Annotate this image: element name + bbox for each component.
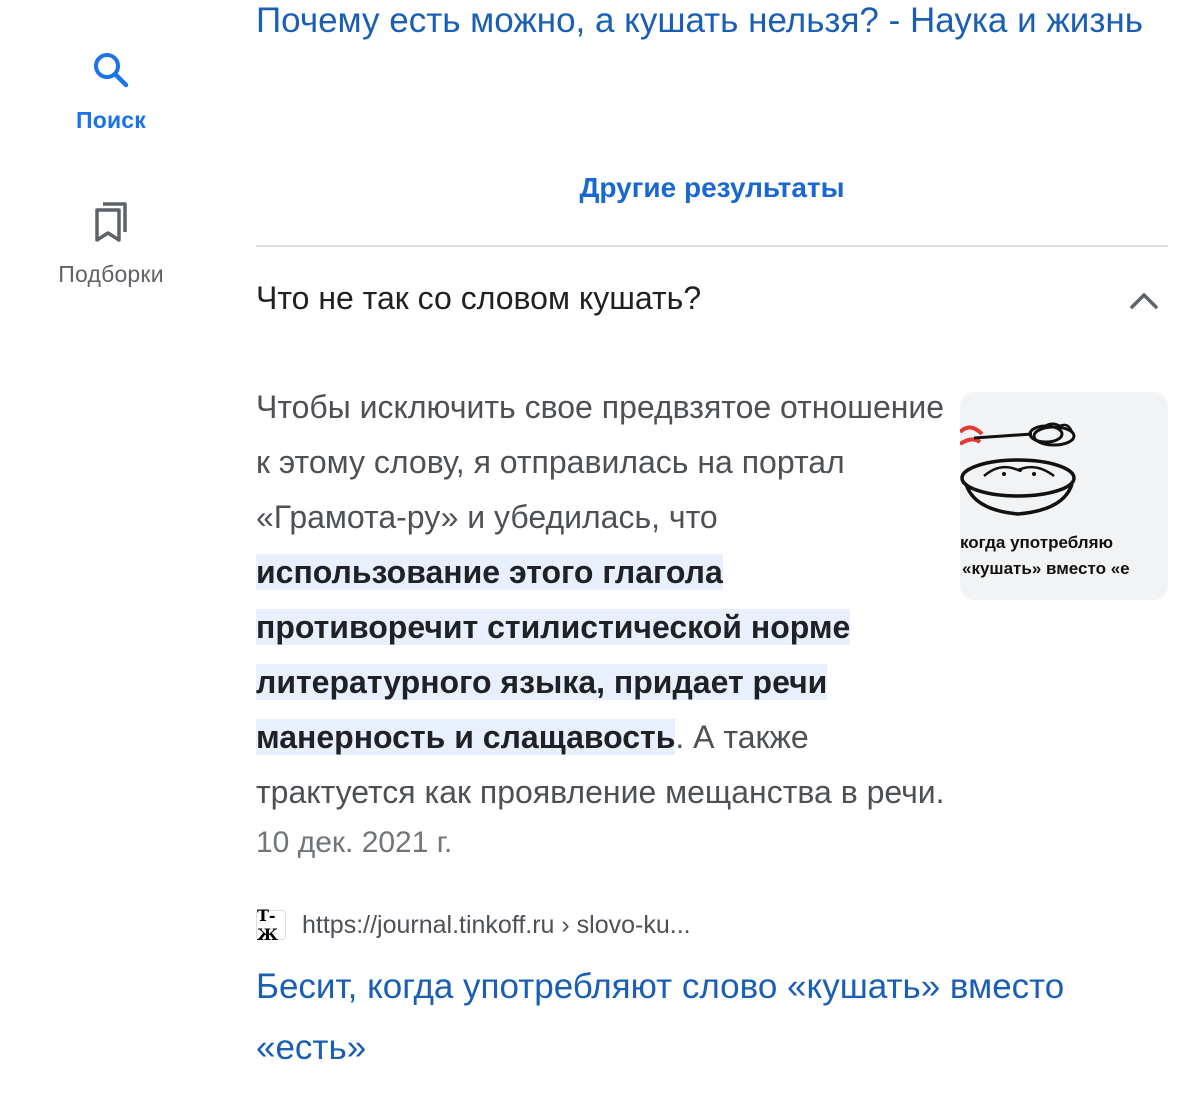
faq-question[interactable]: Что не так со словом кушать? xyxy=(256,280,1096,317)
answer-text-before: Чтобы исключить свое предвзятое отношени… xyxy=(256,389,945,535)
thumbnail-caption-line2: «кушать» вместо «е xyxy=(962,559,1130,578)
rail-collections[interactable]: Подборки xyxy=(40,200,182,288)
source-row[interactable]: Т-Ж https://journal.tinkoff.ru › slovo-k… xyxy=(256,906,691,944)
divider xyxy=(256,245,1168,247)
rail-collections-label: Подборки xyxy=(58,261,164,287)
thumbnail-caption: когда употребляю «кушать» вместо «е xyxy=(960,530,1168,582)
collections-icon xyxy=(91,200,131,249)
bowl-spoon-illustration xyxy=(960,422,1076,516)
search-results-page: Поиск Подборки Почему есть можно, а куша… xyxy=(0,0,1200,1110)
rail-search-label: Поиск xyxy=(75,107,147,133)
answer-date: 10 дек. 2021 г. xyxy=(256,826,453,859)
answer-thumbnail[interactable]: когда употребляю «кушать» вместо «е xyxy=(960,392,1168,600)
search-icon xyxy=(91,50,131,95)
source-url[interactable]: https://journal.tinkoff.ru › slovo-ku... xyxy=(302,911,691,940)
more-results-button[interactable]: Другие результаты xyxy=(256,172,1168,204)
thumbnail-caption-line1: когда употребляю xyxy=(960,533,1114,552)
previous-result-title[interactable]: Почему есть можно, а кушать нельзя? - На… xyxy=(256,0,1156,50)
tinkoff-journal-favicon-icon: Т-Ж xyxy=(256,906,286,944)
result-title-link[interactable]: Бесит, когда употребляют слово «кушать» … xyxy=(256,956,1168,1078)
rail-search[interactable]: Поиск xyxy=(40,50,182,134)
chevron-up-icon[interactable] xyxy=(1124,283,1164,317)
